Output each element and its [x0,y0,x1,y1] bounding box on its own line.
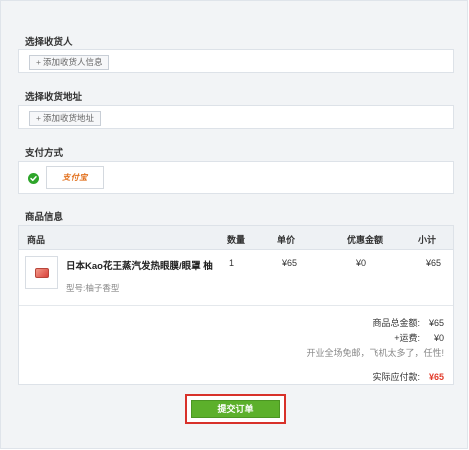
shipping-note: 开业全场免邮，飞机太多了，任性! [306,348,444,358]
add-address-label: 添加收货地址 [42,113,94,123]
address-box: + 添加收货地址 [18,105,454,129]
order-summary: 商品总金额: ¥65 +运费: ¥0 开业全场免邮，飞机太多了，任性! 实际应付款:… [19,306,453,382]
consignee-section-title: 选择收货人 [25,37,73,48]
table-header: 商品 数量 单价 优惠金额 小计 [19,226,453,250]
plus-icon: + [36,113,41,123]
header-subtotal: 小计 [418,235,437,245]
total-amount-label: 商品总金额: [372,318,420,328]
submit-highlight: 提交订单 [185,394,286,424]
alipay-logo[interactable]: 支付宝 [46,166,104,189]
header-quantity: 数量 [227,235,246,245]
payable-row: 实际应付款: ¥65 [372,370,444,383]
shipping-row: +运费: ¥0 [394,331,444,344]
product-image [34,267,49,278]
add-consignee-label: 添加收货人信息 [42,57,103,67]
checkout-panel: 选择收货人 + 添加收货人信息 选择收货地址 + 添加收货地址 支付方式 支付宝 商… [0,0,468,449]
product-variant: 型号:柚子香型 [66,283,120,293]
payable-value: ¥65 [428,372,444,382]
product-subtotal: ¥65 [426,258,442,268]
alipay-brand-text: 支付宝 [62,173,88,182]
total-amount-value: ¥65 [428,318,444,328]
payment-box: 支付宝 [18,161,454,194]
header-product: 商品 [27,235,46,245]
table-row: 日本Kao花王蒸汽发热眼膜/眼罩 柚 型号:柚子香型 1 ¥65 ¥0 ¥65 [19,250,453,306]
shipping-label: +运费: [394,333,420,343]
address-section-title: 选择收货地址 [25,92,83,103]
add-consignee-button[interactable]: + 添加收货人信息 [29,55,110,70]
submit-order-button[interactable]: 提交订单 [191,400,280,418]
consignee-box: + 添加收货人信息 [18,49,454,73]
product-quantity: 1 [229,258,235,268]
product-name-link[interactable]: 日本Kao花王蒸汽发热眼膜/眼罩 柚 [66,258,213,272]
product-unit-price: ¥65 [282,258,298,268]
payable-label: 实际应付款: [372,372,420,382]
plus-icon: + [36,57,41,67]
header-discount: 优惠金额 [347,235,384,245]
products-section-title: 商品信息 [25,212,64,223]
product-discount: ¥0 [356,258,367,268]
check-icon[interactable] [28,173,39,184]
header-unit-price: 单价 [277,235,296,245]
order-table: 商品 数量 单价 优惠金额 小计 日本Kao花王蒸汽发热眼膜/眼罩 柚 型号:柚… [18,225,454,385]
add-address-button[interactable]: + 添加收货地址 [29,111,101,126]
product-thumbnail[interactable] [25,256,58,289]
shipping-value: ¥0 [433,333,444,343]
total-amount-row: 商品总金额: ¥65 [372,316,444,329]
payment-section-title: 支付方式 [25,148,64,159]
